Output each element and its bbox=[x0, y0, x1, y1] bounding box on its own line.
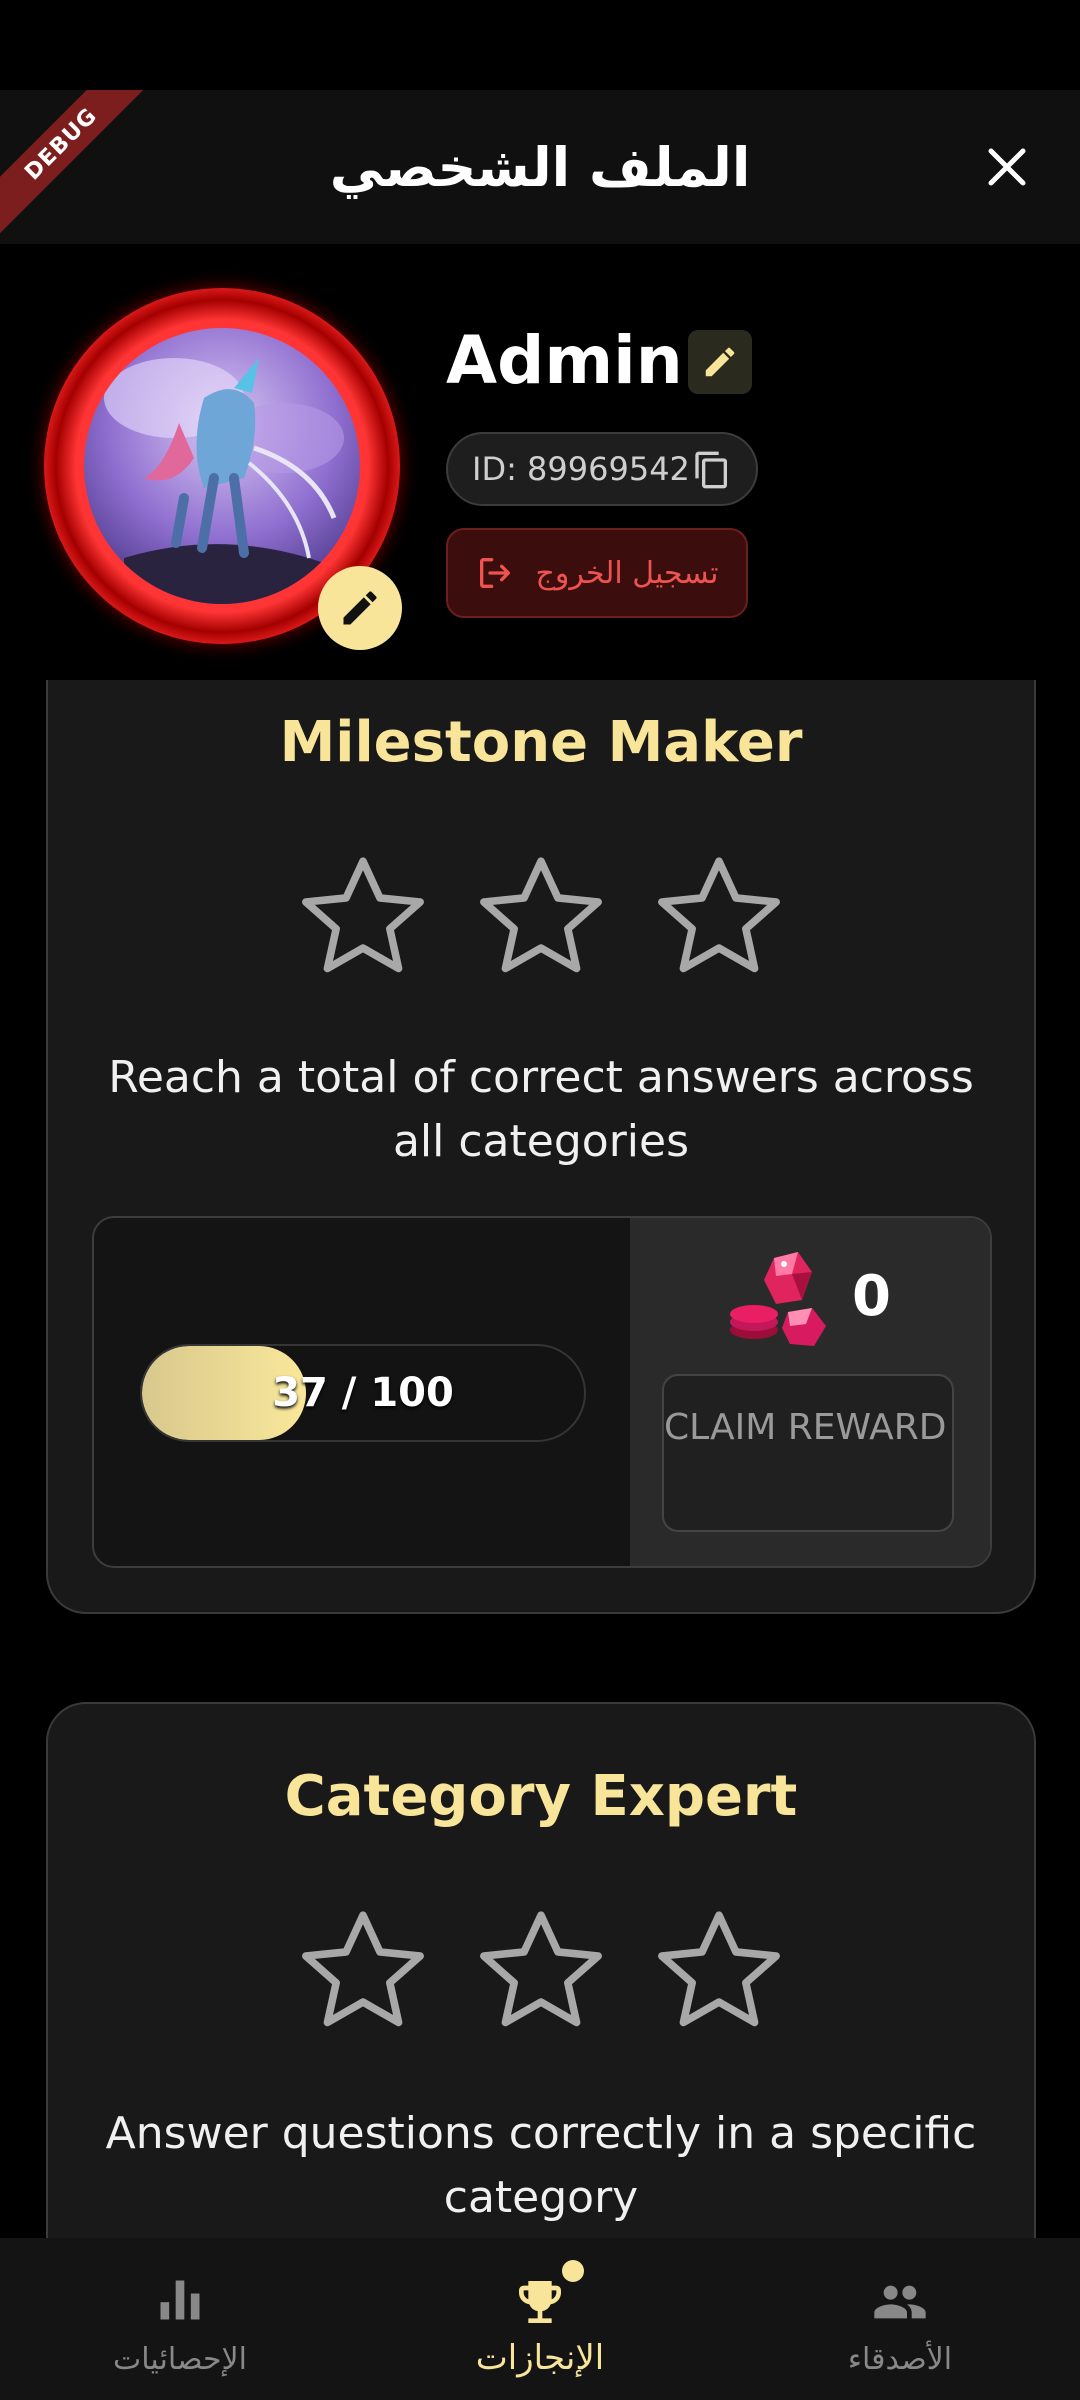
edit-name-button[interactable] bbox=[688, 330, 752, 394]
achievement-title: Category Expert bbox=[284, 1764, 798, 1829]
avatar-image bbox=[84, 328, 360, 604]
star-outline-icon bbox=[658, 1911, 780, 2027]
copy-icon[interactable] bbox=[692, 450, 732, 490]
bottom-navigation: الإحصائيات الإنجازات الأصدقاء bbox=[0, 2238, 1080, 2400]
avatar[interactable] bbox=[44, 288, 402, 650]
notification-dot bbox=[562, 2260, 584, 2282]
page-title: الملف الشخصي bbox=[329, 135, 751, 199]
username: Admin bbox=[446, 322, 683, 399]
achievement-description: Answer questions correctly in a specific… bbox=[105, 2108, 977, 2223]
user-id-chip[interactable]: ID: 89969542 bbox=[446, 432, 758, 506]
claim-reward-button[interactable]: CLAIM REWARD bbox=[662, 1374, 954, 1532]
nav-label: الإحصائيات bbox=[113, 2342, 247, 2377]
bar-chart-icon bbox=[160, 2280, 200, 2320]
star-outline-icon bbox=[302, 857, 424, 973]
nav-item-statistics[interactable]: الإحصائيات bbox=[0, 2238, 360, 2400]
status-bar bbox=[0, 0, 1080, 90]
pencil-icon bbox=[705, 347, 735, 377]
star-rating bbox=[48, 1900, 1034, 2040]
star-outline-icon bbox=[658, 857, 780, 973]
achievement-card: Milestone Maker Reach a total of correct… bbox=[46, 680, 1036, 1614]
star-outline-icon bbox=[480, 857, 602, 973]
avatar-edit-button[interactable] bbox=[318, 566, 402, 650]
logout-label: تسجيل الخروج bbox=[535, 555, 719, 591]
logout-button[interactable]: تسجيل الخروج bbox=[446, 528, 748, 618]
star-outline-icon bbox=[302, 1911, 424, 2027]
achievement-title: Milestone Maker bbox=[279, 710, 803, 775]
star-rating bbox=[48, 846, 1034, 986]
trophy-icon bbox=[519, 2281, 561, 2323]
progress-label: 37 / 100 bbox=[272, 1370, 454, 1416]
close-icon bbox=[988, 148, 1026, 186]
nav-item-friends[interactable]: الأصدقاء bbox=[720, 2238, 1080, 2400]
progress-bar: 37 / 100 bbox=[140, 1344, 586, 1442]
achievement-description: Reach a total of correct answers across … bbox=[108, 1052, 974, 1167]
progress-panel: 37 / 100 0 CLAIM REWARD bbox=[92, 1216, 992, 1568]
user-id-text: ID: 89969542 bbox=[472, 450, 690, 488]
ruby-gems-icon bbox=[730, 1252, 826, 1346]
reward-amount: 0 bbox=[852, 1264, 891, 1329]
logout-icon bbox=[480, 558, 511, 588]
nav-label: الأصدقاء bbox=[847, 2342, 953, 2377]
pencil-icon bbox=[343, 591, 377, 625]
close-button[interactable] bbox=[974, 134, 1040, 200]
reward-area: 0 CLAIM REWARD bbox=[630, 1218, 990, 1566]
nav-item-achievements[interactable]: الإنجازات bbox=[360, 2238, 720, 2400]
people-icon bbox=[874, 2285, 926, 2319]
star-outline-icon bbox=[480, 1911, 602, 2027]
nav-label: الإنجازات bbox=[475, 2338, 605, 2378]
app-bar: DEBUG الملف الشخصي bbox=[0, 90, 1080, 244]
